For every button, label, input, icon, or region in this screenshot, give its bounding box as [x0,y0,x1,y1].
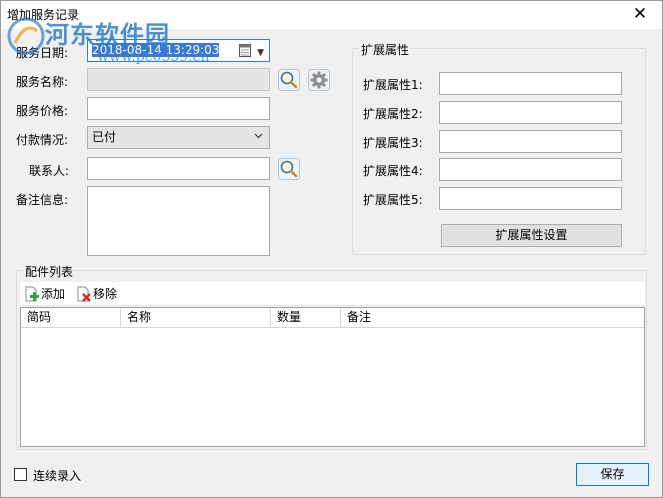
column-header-notes[interactable]: 备注 [341,308,644,328]
ext-attrs-title: 扩展属性 [359,41,412,58]
parts-table-header: 简码 名称 数量 备注 [21,308,644,328]
ext-attr-4-field[interactable] [439,158,622,181]
ext-attrs-settings-button[interactable]: 扩展属性设置 [441,224,622,247]
add-button[interactable]: 添加 [41,285,65,303]
service-date-picker[interactable]: 2018-08-14 13:29:03 ▼ [87,39,270,62]
dialog-window: 增加服务记录 ✕ 服务日期: 2018-08-14 13:29:03 ▼ 服务名… [0,0,663,498]
remove-button[interactable]: 移除 [93,285,117,303]
parts-title: 配件列表 [23,263,76,280]
ext-attr-5-field[interactable] [439,187,622,210]
parts-toolbar: 添加 移除 [20,282,645,306]
gear-icon[interactable] [308,69,330,91]
ext-attr-3-label: 扩展属性3: [363,136,423,150]
close-button[interactable]: ✕ [622,1,658,29]
remove-icon[interactable] [76,286,92,302]
chevron-down-icon [254,133,263,139]
calendar-icon[interactable] [239,43,251,57]
continuous-entry-label: 连续录入 [33,469,82,483]
column-header-name[interactable]: 名称 [121,308,271,328]
ext-attr-2-label: 扩展属性2: [363,107,423,121]
payment-status-select[interactable]: 已付 [87,126,270,149]
title-bar: 增加服务记录 ✕ [1,1,662,29]
contact-field[interactable] [87,157,270,180]
search-icon[interactable] [278,69,300,91]
service-price-field[interactable] [87,97,270,120]
notes-textarea[interactable] [87,186,270,256]
add-icon[interactable] [24,286,40,302]
service-name-label: 服务名称: [16,75,69,89]
dropdown-arrow-icon[interactable]: ▼ [257,45,264,61]
service-date-label: 服务日期: [16,46,69,60]
ext-attr-1-field[interactable] [439,72,622,95]
contact-search-icon[interactable] [278,158,300,180]
window-title: 增加服务记录 [7,8,80,22]
ext-attr-2-field[interactable] [439,101,622,124]
notes-label: 备注信息: [16,193,69,207]
save-button[interactable]: 保存 [576,463,649,486]
service-price-label: 服务价格: [16,104,69,118]
payment-status-label: 付款情况: [16,133,69,147]
ext-attr-1-label: 扩展属性1: [363,78,423,92]
service-date-value: 2018-08-14 13:29:03 [92,43,220,57]
ext-attr-3-field[interactable] [439,130,622,153]
service-name-field[interactable] [87,68,270,91]
parts-table[interactable]: 简码 名称 数量 备注 [20,307,645,447]
ext-attr-4-label: 扩展属性4: [363,164,423,178]
column-header-code[interactable]: 简码 [21,308,121,328]
contact-label: 联系人: [29,164,70,178]
column-header-quantity[interactable]: 数量 [271,308,341,328]
payment-status-value: 已付 [92,130,117,144]
continuous-entry-checkbox[interactable] [14,468,27,481]
ext-attr-5-label: 扩展属性5: [363,193,423,207]
